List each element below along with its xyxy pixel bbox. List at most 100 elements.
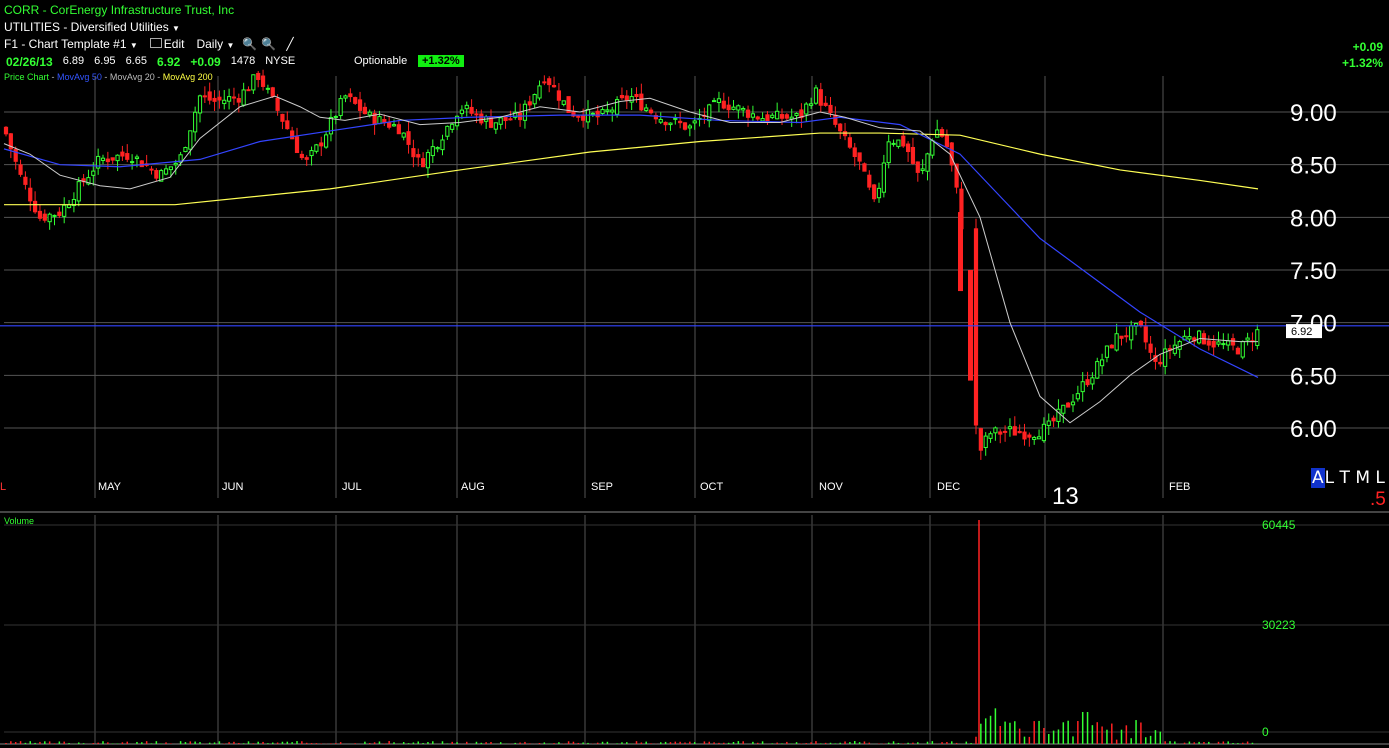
candle-body xyxy=(818,89,823,106)
candle-body xyxy=(551,84,557,88)
candle-body xyxy=(930,140,935,156)
candle-body xyxy=(304,157,309,160)
candle-body xyxy=(1022,431,1027,440)
candle-body xyxy=(784,114,789,119)
candle-body xyxy=(949,142,954,166)
candle-body xyxy=(838,123,843,132)
candle-body xyxy=(624,95,629,101)
candle-body xyxy=(1104,345,1110,358)
candle-body xyxy=(411,148,416,158)
candle-body xyxy=(28,187,33,202)
candle-body xyxy=(1061,404,1066,414)
candle-body xyxy=(828,104,833,114)
candle-body xyxy=(857,152,862,162)
candle-body xyxy=(663,121,668,126)
candle-body xyxy=(1051,417,1056,422)
candle-body xyxy=(775,110,780,120)
candle-body xyxy=(678,120,683,124)
candle-body xyxy=(1226,340,1231,346)
candle-body xyxy=(610,109,615,113)
candle-body xyxy=(1124,335,1129,338)
candle-body xyxy=(498,117,503,125)
candle-body xyxy=(750,113,755,118)
candle-body xyxy=(1138,320,1144,326)
scale-l2-button[interactable]: L xyxy=(1375,468,1384,488)
scale-a-button[interactable]: A xyxy=(1311,468,1325,488)
candle-body xyxy=(139,160,144,168)
candle-body xyxy=(357,99,363,111)
candle-body xyxy=(619,94,625,99)
candle-body xyxy=(993,427,998,434)
volume-label: Volume xyxy=(4,516,35,526)
candle-body xyxy=(736,105,741,111)
candle-body xyxy=(692,120,697,124)
candle-body xyxy=(115,154,120,162)
month-label: MAY xyxy=(98,481,122,493)
candle-body xyxy=(343,95,348,99)
scale-m-button[interactable]: M xyxy=(1355,468,1370,488)
price-tick-label: 8.50 xyxy=(1290,153,1337,180)
price-tick-label: 6.00 xyxy=(1290,416,1337,443)
candle-body xyxy=(110,157,115,161)
candle-body xyxy=(1197,330,1202,344)
candle-body xyxy=(1041,423,1047,442)
candle-body xyxy=(920,168,925,172)
scale-t-button[interactable]: T xyxy=(1340,468,1350,488)
candle-body xyxy=(275,97,280,111)
left-edge-tick: L xyxy=(0,481,6,493)
candle-body xyxy=(886,141,891,164)
candle-body xyxy=(1095,361,1100,379)
candle-body xyxy=(285,120,290,130)
candle-body xyxy=(901,135,906,147)
candle-body xyxy=(309,150,314,157)
scale-l-button[interactable]: L xyxy=(1325,468,1334,488)
candle-body xyxy=(1206,340,1211,346)
month-label: OCT xyxy=(700,481,724,493)
candle-body xyxy=(634,93,639,98)
candle-body xyxy=(1221,343,1226,346)
candle-body xyxy=(1230,338,1236,346)
candle-body xyxy=(377,116,382,125)
price-volume-chart[interactable]: 9.008.508.007.507.006.506.0060445302230M… xyxy=(0,0,1389,748)
candle-body xyxy=(726,104,731,111)
candle-body xyxy=(896,139,901,147)
candle-body xyxy=(76,181,81,202)
candle-body xyxy=(18,164,23,175)
candle-body xyxy=(1080,381,1085,393)
candle-body xyxy=(222,99,227,105)
candle-body xyxy=(406,131,411,145)
candle-body xyxy=(891,142,896,145)
candle-body xyxy=(319,142,324,147)
candle-body xyxy=(823,102,828,106)
month-label: AUG xyxy=(461,481,485,493)
candle-body xyxy=(906,143,911,153)
candle-body xyxy=(367,111,372,116)
candle-body xyxy=(958,212,963,292)
candle-body xyxy=(212,97,217,102)
candle-body xyxy=(595,110,600,118)
candle-body xyxy=(130,161,135,164)
candle-body xyxy=(23,176,28,185)
candle-body xyxy=(988,433,993,439)
candle-body xyxy=(600,109,605,114)
candle-body xyxy=(639,93,644,111)
candle-body xyxy=(673,117,678,120)
candle-body xyxy=(1075,393,1080,400)
candle-body xyxy=(280,113,285,122)
candle-body xyxy=(915,161,920,173)
candle-body xyxy=(765,114,770,122)
candle-body xyxy=(435,147,440,150)
candle-body xyxy=(1255,329,1260,346)
candle-body xyxy=(348,93,353,98)
candle-body xyxy=(168,166,174,171)
candle-body xyxy=(362,106,367,115)
candle-body xyxy=(459,109,464,115)
candle-body xyxy=(227,96,232,102)
candle-body xyxy=(760,118,765,122)
candle-body xyxy=(716,98,722,103)
candle-body xyxy=(581,115,586,121)
volume-tick-label: 60445 xyxy=(1262,518,1296,532)
candle-body xyxy=(231,96,237,99)
candle-body xyxy=(1085,379,1090,386)
candle-body xyxy=(1148,343,1153,353)
